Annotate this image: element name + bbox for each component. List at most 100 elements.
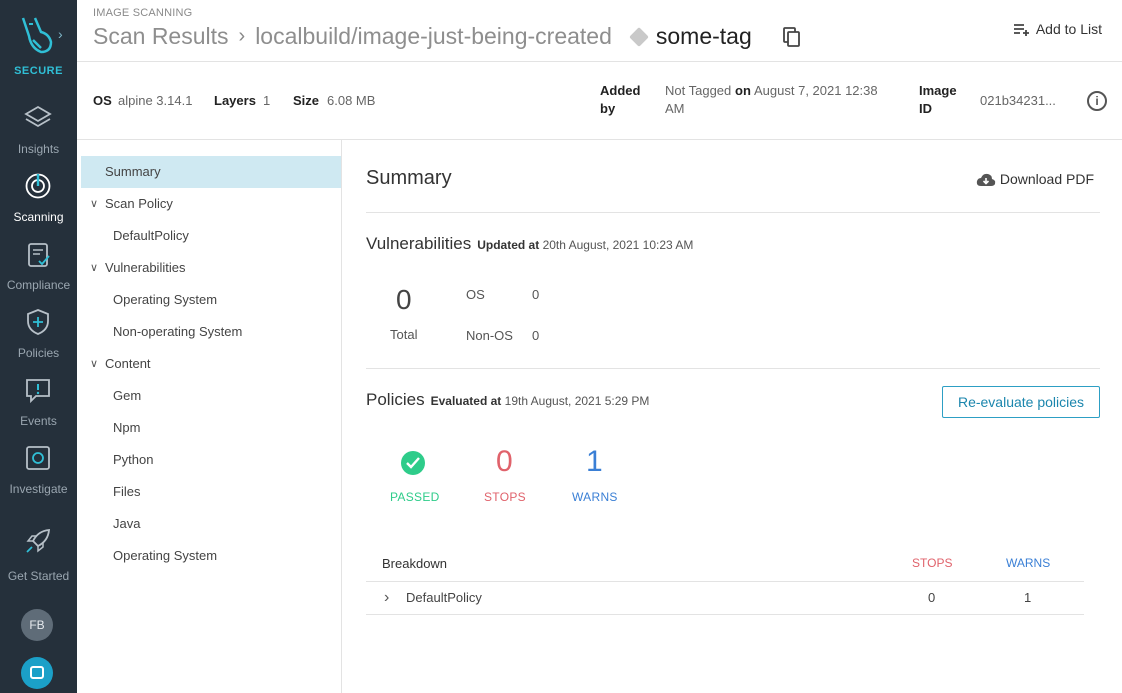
table-header: Breakdown STOPS WARNS xyxy=(366,552,1084,582)
tree-item-python[interactable]: Python xyxy=(81,444,341,476)
product-switcher[interactable]: › SECURE xyxy=(0,0,77,88)
divider xyxy=(366,368,1100,369)
passed-label: PASSED xyxy=(390,490,440,504)
nav-label: Insights xyxy=(17,142,60,156)
cloud-download-icon xyxy=(976,174,996,187)
tree-label: DefaultPolicy xyxy=(113,228,189,243)
layers-label: Layers xyxy=(214,93,256,108)
policy-name: DefaultPolicy xyxy=(406,590,482,605)
total-vulns-value: 0 xyxy=(396,284,412,315)
nav-events[interactable]: Events xyxy=(0,376,77,442)
tree-item-content[interactable]: ∨ Content xyxy=(81,348,341,380)
size-label: Size xyxy=(293,93,320,108)
chat-button[interactable] xyxy=(21,657,53,689)
image-id-label: Image xyxy=(919,83,957,98)
nav-investigate[interactable]: Investigate xyxy=(0,444,77,510)
breadcrumb: Scan Results › localbuild/image-just-being… xyxy=(93,22,752,52)
evaluated-at-label: Evaluated at xyxy=(430,394,502,408)
nav-label: Investigate xyxy=(9,482,68,496)
chevron-right-icon[interactable]: › xyxy=(384,589,389,607)
breadcrumb-repo: localbuild/image-just-being-created xyxy=(255,23,612,50)
tree-label: Python xyxy=(113,452,154,467)
breadcrumb-tag: some-tag xyxy=(655,23,752,50)
nav-get-started[interactable]: Get Started xyxy=(0,527,77,593)
nav-label: Policies xyxy=(17,346,60,360)
result-tree: Summary ∨ Scan Policy DefaultPolicy ∨ Vuln… xyxy=(81,156,341,572)
nav-compliance[interactable]: Compliance xyxy=(0,240,77,306)
tree-label: Non-operating System xyxy=(113,324,243,339)
tree-label: Operating System xyxy=(113,292,218,307)
nav-label: Events xyxy=(20,414,57,428)
nav-scanning[interactable]: Scanning xyxy=(0,172,77,238)
tree-item-gem[interactable]: Gem xyxy=(81,380,341,412)
added-by-label-2: by xyxy=(600,101,616,116)
updated-at-label: Updated at xyxy=(477,238,540,252)
info-icon[interactable]: i xyxy=(1087,91,1107,111)
on-label: on xyxy=(735,83,751,98)
focus-icon xyxy=(26,446,50,470)
col-breakdown: Breakdown xyxy=(382,556,448,571)
avatar[interactable]: FB xyxy=(21,609,53,641)
tag-icon xyxy=(628,27,649,47)
total-label: Total xyxy=(390,327,418,342)
nav-insights[interactable]: Insights xyxy=(0,104,77,170)
tree-label: Scan Policy xyxy=(105,196,173,211)
panel-divider xyxy=(341,140,342,693)
policies-heading: Policies Evaluated at 19th August, 2021 5… xyxy=(366,390,649,410)
alert-bubble-icon xyxy=(26,379,50,404)
policies-evaluated: Evaluated at 19th August, 2021 5:29 PM xyxy=(431,394,650,408)
os-label: OS xyxy=(93,93,112,108)
rocket-icon xyxy=(26,529,50,553)
tree-label: Content xyxy=(105,356,151,371)
download-pdf-button[interactable]: Download PDF xyxy=(976,171,1094,187)
added-on-value-2: AM xyxy=(665,101,685,116)
image-id-label-2: ID xyxy=(919,101,932,116)
shield-plus-icon xyxy=(27,309,49,335)
table-row[interactable]: › DefaultPolicy 0 1 xyxy=(366,582,1084,615)
page-title: Summary xyxy=(366,167,452,189)
reevaluate-policies-button[interactable]: Re-evaluate policies xyxy=(942,386,1100,418)
tree-label: Vulnerabilities xyxy=(105,260,186,275)
os-vulns-label: OS xyxy=(466,287,485,302)
policy-warns: 1 xyxy=(1024,590,1032,605)
col-warns: WARNS xyxy=(1006,556,1051,570)
policy-stops: 0 xyxy=(928,590,936,605)
add-to-list-label: Add to List xyxy=(1035,21,1102,37)
tree-item-npm[interactable]: Npm xyxy=(81,412,341,444)
tree-item-vulnerabilities[interactable]: ∨ Vulnerabilities xyxy=(81,252,341,284)
secure-logo-icon xyxy=(21,17,53,54)
page-header: IMAGE SCANNING Scan Results › localbuild/i… xyxy=(77,0,1122,62)
brand-label: SECURE xyxy=(14,65,63,77)
radar-icon xyxy=(25,173,51,199)
vulnerabilities-title: Vulnerabilities xyxy=(366,234,472,253)
updated-at-value: 20th August, 2021 10:23 AM xyxy=(542,238,694,252)
image-id-value[interactable]: 021b34231... xyxy=(980,93,1056,108)
tree-label: Npm xyxy=(113,420,141,435)
added-by-value: Not Tagged xyxy=(665,83,732,98)
left-nav: › SECURE Insights Scanning Compliance Po… xyxy=(0,0,77,693)
tree-item-scan-policy[interactable]: ∨ Scan Policy xyxy=(81,188,341,220)
nav-label: Compliance xyxy=(6,278,71,292)
layers-value: 1 xyxy=(263,93,271,108)
copy-icon[interactable] xyxy=(783,27,801,47)
tree-item-java[interactable]: Java xyxy=(81,508,341,540)
tree-label: Summary xyxy=(105,164,161,179)
check-circle-icon xyxy=(401,451,425,475)
add-to-list-button[interactable]: Add to List xyxy=(1013,21,1102,37)
chevron-right-icon: › xyxy=(238,25,246,48)
stops-count: 0 xyxy=(496,445,513,478)
breadcrumb-scan-results[interactable]: Scan Results xyxy=(93,23,229,50)
tree-item-non-operating-system[interactable]: Non-operating System xyxy=(81,316,341,348)
warns-label: WARNS xyxy=(572,490,618,504)
tree-item-default-policy[interactable]: DefaultPolicy xyxy=(81,220,341,252)
warns-count: 1 xyxy=(586,445,603,478)
nav-policies[interactable]: Policies xyxy=(0,308,77,374)
added-on-value: August 7, 2021 12:38 xyxy=(754,83,878,98)
nav-label: Scanning xyxy=(13,210,64,224)
tree-item-summary[interactable]: Summary xyxy=(81,156,341,188)
tree-item-operating-system[interactable]: Operating System xyxy=(81,284,341,316)
os-value: alpine 3.14.1 xyxy=(118,93,193,108)
chevron-down-icon: ∨ xyxy=(90,198,99,210)
tree-item-files[interactable]: Files xyxy=(81,476,341,508)
tree-item-content-operating-system[interactable]: Operating System xyxy=(81,540,341,572)
